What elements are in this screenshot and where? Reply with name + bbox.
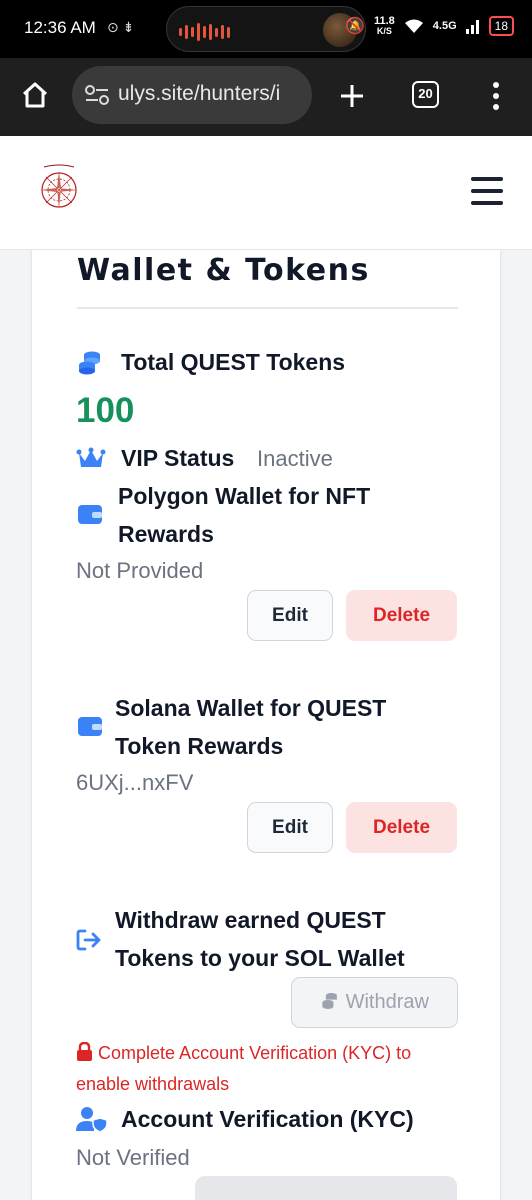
network-speed-unit: K/S bbox=[376, 26, 392, 36]
kyc-warning: Complete Account Verification (KYC) to e… bbox=[76, 1038, 466, 1100]
coins-icon bbox=[79, 351, 100, 375]
hamburger-menu-icon[interactable] bbox=[471, 177, 503, 213]
polygon-wallet-value: Not Provided bbox=[76, 558, 204, 583]
signal-type: 4.5G bbox=[432, 20, 457, 32]
mute-icon: 🔕 bbox=[345, 18, 365, 35]
battery-icon: 18 bbox=[488, 16, 514, 36]
notification-icons: ⊙ ⇟ bbox=[107, 19, 135, 35]
withdraw-label: Withdraw earned QUEST Tokens to your SOL… bbox=[115, 907, 405, 971]
lock-icon bbox=[77, 1041, 92, 1061]
cell-signal-icon bbox=[465, 20, 479, 34]
solana-wallet-label: Solana Wallet for QUEST Token Rewards bbox=[115, 695, 387, 759]
withdraw-button-label: Withdraw bbox=[345, 991, 429, 1013]
wallet-icon bbox=[78, 717, 102, 736]
wallet-card: Wallet & Tokens Total QUEST Tokens 100 V… bbox=[31, 250, 501, 1200]
user-shield-icon bbox=[76, 1107, 108, 1132]
wifi-icon bbox=[404, 19, 423, 33]
total-tokens-value: 100 bbox=[76, 391, 135, 430]
kyc-warning-text: Complete Account Verification (KYC) to e… bbox=[76, 1043, 412, 1094]
site-settings-icon[interactable] bbox=[84, 84, 110, 106]
more-menu-icon[interactable] bbox=[490, 80, 502, 112]
wallet-icon bbox=[78, 505, 102, 524]
total-tokens-label: Total QUEST Tokens bbox=[121, 349, 346, 375]
status-right: 🔕 11.8 K/S 4.5G 18 bbox=[345, 16, 514, 36]
sign-out-arrow-icon bbox=[76, 929, 101, 951]
solana-delete-button[interactable]: Delete bbox=[346, 802, 457, 853]
status-bar: 12:36 AM ⊙ ⇟ 🔕 11.8 K/S 4.5G 18 bbox=[0, 0, 532, 58]
vip-status-value: Inactive bbox=[257, 446, 333, 471]
media-island[interactable] bbox=[166, 6, 366, 52]
browser-toolbar: ulys.site/hunters/i 20 bbox=[0, 58, 532, 136]
kyc-value: Not Verified bbox=[76, 1145, 190, 1170]
network-speed: 11.8 K/S bbox=[374, 16, 395, 37]
coins-icon bbox=[322, 993, 337, 1009]
title-divider bbox=[77, 307, 458, 309]
url-text[interactable]: ulys.site/hunters/i bbox=[118, 82, 306, 106]
status-time: 12:36 AM bbox=[24, 18, 96, 37]
kyc-label: Account Verification (KYC) bbox=[121, 1106, 414, 1132]
polygon-edit-button[interactable]: Edit bbox=[247, 590, 333, 641]
withdraw-button[interactable]: Withdraw bbox=[291, 977, 458, 1028]
floating-bar-peek bbox=[195, 1176, 457, 1200]
crown-icon bbox=[76, 447, 106, 467]
new-tab-icon[interactable] bbox=[338, 82, 366, 110]
tab-switcher-button[interactable]: 20 bbox=[412, 81, 439, 108]
polygon-wallet-label: Polygon Wallet for NFT Rewards bbox=[118, 483, 371, 547]
audio-waveform-icon bbox=[179, 23, 230, 41]
solana-edit-button[interactable]: Edit bbox=[247, 802, 333, 853]
site-header bbox=[0, 136, 532, 250]
solana-wallet-value: 6UXj...nxFV bbox=[76, 770, 194, 795]
site-logo[interactable] bbox=[36, 162, 82, 214]
vip-status-label: VIP Status bbox=[121, 445, 235, 471]
polygon-delete-button[interactable]: Delete bbox=[346, 590, 457, 641]
home-icon[interactable] bbox=[20, 80, 50, 110]
address-bar[interactable]: ulys.site/hunters/i bbox=[72, 66, 312, 124]
section-title: Wallet & Tokens bbox=[77, 253, 370, 288]
